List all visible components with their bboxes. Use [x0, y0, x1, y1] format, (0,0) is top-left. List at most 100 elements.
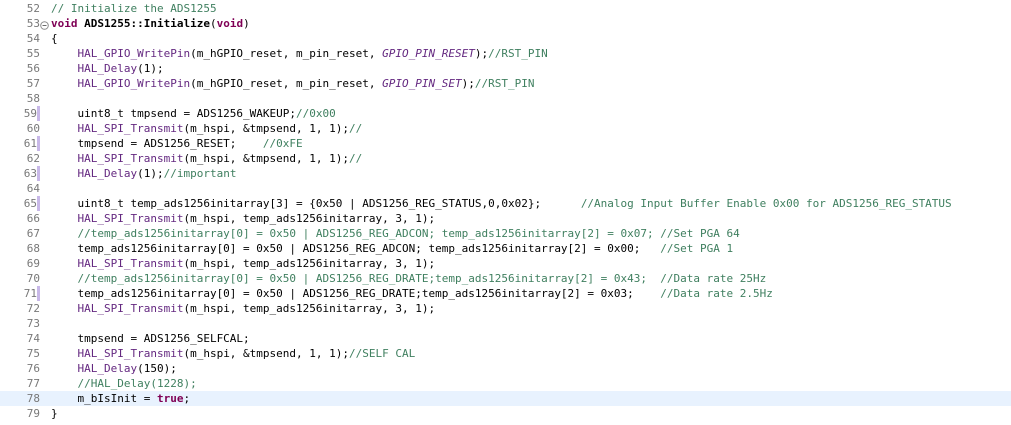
code-text: HAL_Delay(1); [51, 61, 164, 76]
code-text: HAL_Delay(150); [51, 361, 177, 376]
code-token: uint8_t temp_ads1256initarray[3] = {0x50… [51, 197, 581, 210]
code-line[interactable]: 63 HAL_Delay(1);//important [0, 166, 1011, 181]
line-number: 67 [26, 227, 40, 240]
code-token: ) [243, 17, 250, 30]
code-token: (m_hspi, temp_ads1256initarray, 3, 1); [183, 212, 436, 225]
code-line[interactable]: 62 HAL_SPI_Transmit(m_hspi, &tmpsend, 1,… [0, 151, 1011, 166]
code-line[interactable]: 70 //temp_ads1256initarray[0] = 0x50 | A… [0, 271, 1011, 286]
code-line[interactable]: 74 tmpsend = ADS1256_SELFCAL; [0, 331, 1011, 346]
code-text: HAL_SPI_Transmit(m_hspi, temp_ads1256ini… [51, 301, 435, 316]
code-token: //Data rate 2.5Hz [660, 287, 773, 300]
code-token: (m_hspi, &tmpsend, 1, 1); [183, 122, 350, 135]
line-number: 73 [26, 317, 40, 330]
code-token: //SELF CAL [349, 347, 416, 360]
code-line[interactable]: 52 // Initialize the ADS1255 [0, 1, 1011, 16]
code-token: GPIO_PIN_RESET [382, 47, 475, 60]
code-text: void ADS1255::Initialize(void) [51, 16, 250, 31]
code-token: //0x00 [296, 107, 336, 120]
code-line[interactable]: 64 [0, 181, 1011, 196]
code-editor[interactable]: 52 // Initialize the ADS1255 53 void ADS125… [0, 0, 1011, 425]
code-text: uint8_t temp_ads1256initarray[3] = {0x50… [51, 196, 951, 211]
code-line[interactable]: 77 //HAL_Delay(1228); [0, 376, 1011, 391]
line-number: 78 [26, 392, 40, 405]
code-token: //temp_ads1256initarray[0] = 0x50 | ADS1… [51, 272, 767, 285]
code-line[interactable]: 69 HAL_SPI_Transmit(m_hspi, temp_ads1256… [0, 256, 1011, 271]
code-line[interactable]: 53 void ADS1255::Initialize(void) [0, 16, 1011, 31]
code-token: } [51, 407, 58, 420]
code-token: //HAL_Delay(1228); [51, 377, 197, 390]
code-line[interactable]: 56 HAL_Delay(1); [0, 61, 1011, 76]
code-text: HAL_SPI_Transmit(m_hspi, &tmpsend, 1, 1)… [51, 346, 415, 361]
line-number: 63 [0, 166, 40, 181]
code-token: ); [474, 47, 489, 60]
code-token: HAL_Delay [51, 167, 138, 180]
code-line[interactable]: 65 uint8_t temp_ads1256initarray[3] = {0… [0, 196, 1011, 211]
line-number: 61 [0, 136, 40, 151]
code-line[interactable]: 66 HAL_SPI_Transmit(m_hspi, temp_ads1256… [0, 211, 1011, 226]
code-token: (150); [137, 362, 177, 375]
code-line[interactable]: 76 HAL_Delay(150); [0, 361, 1011, 376]
line-number: 53 [26, 17, 40, 30]
code-token: //temp_ads1256initarray[0] = 0x50 | ADS1… [51, 227, 740, 240]
code-line[interactable]: 79} [0, 406, 1011, 421]
code-text: //temp_ads1256initarray[0] = 0x50 | ADS1… [51, 226, 740, 241]
code-token: tmpsend = ADS1256_SELFCAL; [51, 332, 250, 345]
line-number: 64 [26, 182, 40, 195]
line-number: 56 [26, 62, 40, 75]
code-token: (m_hspi, temp_ads1256initarray, 3, 1); [183, 257, 436, 270]
code-line[interactable]: 67 //temp_ads1256initarray[0] = 0x50 | A… [0, 226, 1011, 241]
code-token: HAL_SPI_Transmit [51, 122, 184, 135]
code-token: temp_ads1256initarray[0] = 0x50 | ADS125… [51, 242, 661, 255]
current-line[interactable]: 78 m_bIsInit = true; [0, 391, 1011, 406]
code-line[interactable]: 73 [0, 316, 1011, 331]
line-number: 69 [26, 257, 40, 270]
code-token: HAL_GPIO_WritePin [51, 47, 191, 60]
code-token: void [51, 17, 85, 30]
code-line[interactable]: 75 HAL_SPI_Transmit(m_hspi, &tmpsend, 1,… [0, 346, 1011, 361]
line-number: 65 [0, 196, 40, 211]
code-token: (m_hspi, temp_ads1256initarray, 3, 1); [183, 302, 436, 315]
line-number: 75 [26, 347, 40, 360]
fold-collapse-icon[interactable] [40, 19, 49, 30]
line-number: 60 [26, 122, 40, 135]
code-token: (1); [137, 62, 164, 75]
code-text: //temp_ads1256initarray[0] = 0x50 | ADS1… [51, 271, 766, 286]
code-line[interactable]: 59 uint8_t tmpsend = ADS1256_WAKEUP;//0x… [0, 106, 1011, 121]
code-text: HAL_GPIO_WritePin(m_hGPIO_reset, m_pin_r… [51, 46, 547, 61]
code-line[interactable]: 71 temp_ads1256initarray[0] = 0x50 | ADS… [0, 286, 1011, 301]
code-token: ; [183, 392, 191, 405]
code-token: // [349, 152, 363, 165]
code-line[interactable]: 61 tmpsend = ADS1256_RESET; //0xFE [0, 136, 1011, 151]
code-line[interactable]: 68 temp_ads1256initarray[0] = 0x50 | ADS… [0, 241, 1011, 256]
code-line[interactable]: 72 HAL_SPI_Transmit(m_hspi, temp_ads1256… [0, 301, 1011, 316]
line-number: 79 [26, 407, 40, 420]
code-token: ADS1255::Initialize [84, 17, 210, 30]
code-token: HAL_GPIO_WritePin [51, 77, 191, 90]
code-token: temp_ads1256initarray[0] = 0x50 | ADS125… [51, 287, 661, 300]
code-token: //Set PGA 1 [660, 242, 734, 255]
code-line[interactable]: 60 HAL_SPI_Transmit(m_hspi, &tmpsend, 1,… [0, 121, 1011, 136]
code-text: tmpsend = ADS1256_SELFCAL; [51, 331, 250, 346]
code-text: temp_ads1256initarray[0] = 0x50 | ADS125… [51, 241, 733, 256]
code-token: //0xFE [262, 137, 303, 150]
line-number: 58 [26, 92, 40, 105]
code-token: HAL_SPI_Transmit [51, 257, 184, 270]
code-token: //RST_PIN [474, 77, 535, 90]
code-token: (m_hspi, &tmpsend, 1, 1); [183, 152, 350, 165]
line-number: 74 [26, 332, 40, 345]
code-text: m_bIsInit = true; [51, 391, 190, 406]
line-number: 77 [26, 377, 40, 390]
line-number: 54 [26, 32, 40, 45]
code-token: tmpsend = ADS1256_RESET; [51, 137, 263, 150]
code-token: m_bIsInit = [51, 392, 157, 405]
code-line[interactable]: 55 HAL_GPIO_WritePin(m_hGPIO_reset, m_pi… [0, 46, 1011, 61]
code-token: (m_hGPIO_reset, m_pin_reset, [190, 77, 383, 90]
line-number: 71 [0, 286, 40, 301]
code-line[interactable]: 54 { [0, 31, 1011, 46]
line-number: 66 [26, 212, 40, 225]
code-text: HAL_SPI_Transmit(m_hspi, &tmpsend, 1, 1)… [51, 151, 362, 166]
code-token: HAL_SPI_Transmit [51, 152, 184, 165]
code-token: HAL_SPI_Transmit [51, 212, 184, 225]
code-line[interactable]: 58 [0, 91, 1011, 106]
code-line[interactable]: 57 HAL_GPIO_WritePin(m_hGPIO_reset, m_pi… [0, 76, 1011, 91]
